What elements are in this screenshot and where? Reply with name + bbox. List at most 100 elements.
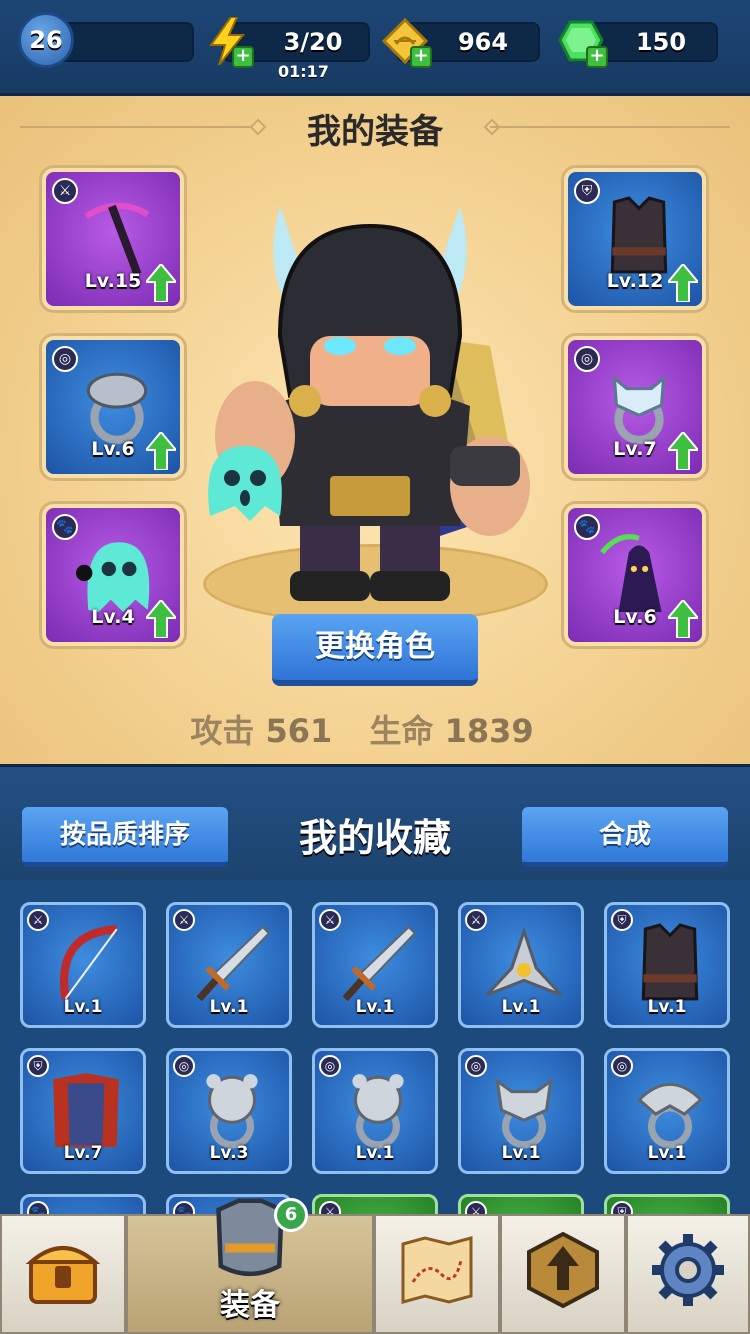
collection-item-partial[interactable]: ⛨	[604, 1194, 730, 1214]
item-level: Lv.3	[209, 1143, 249, 1163]
merge-button[interactable]: 合成	[522, 807, 728, 867]
weapon-type-icon: ⚔	[52, 178, 78, 204]
ring-type-icon: ◎	[52, 346, 78, 372]
nav-upgrade[interactable]	[500, 1214, 626, 1334]
upgrade-arrow-icon	[668, 264, 698, 302]
sword-icon	[342, 925, 417, 1002]
armor-type-icon: ⛨	[574, 178, 600, 204]
energy-value: 3/20	[283, 28, 343, 56]
item-level: Lv.1	[647, 1143, 687, 1163]
collection-item-vest[interactable]: ⛨ Lv.1	[604, 902, 730, 1028]
equipment-title: 我的装备	[307, 112, 443, 152]
equip-slot-pet-2[interactable]: 🐾 Lv.6	[564, 504, 706, 646]
attack-value: 561	[265, 712, 333, 750]
vest-icon	[641, 923, 699, 1001]
equip-slot-weapon[interactable]: ⚔ Lv.15	[42, 168, 184, 310]
gem-value: 150	[635, 28, 687, 56]
upgrade-arrow-icon	[146, 600, 176, 638]
ring-type-icon: ◎	[319, 1055, 341, 1077]
plus-icon: +	[586, 46, 608, 68]
equip-slot-ring-2[interactable]: ◎ Lv.7	[564, 336, 706, 478]
ring-type-icon: ◎	[611, 1055, 633, 1077]
title-divider-right	[490, 126, 730, 128]
nav-equipment[interactable]: 6 装备	[126, 1198, 374, 1334]
pet-type-icon: 🐾	[173, 1201, 195, 1214]
ring-type-icon: ◎	[173, 1055, 195, 1077]
equipment-notification-badge: 6	[274, 1198, 308, 1232]
hero-stats: 攻击 561 生命 1839	[0, 706, 750, 752]
collection-header: 按品质排序 我的收藏 合成	[0, 764, 750, 880]
shuriken-icon	[485, 926, 563, 997]
collection-item-wolf-ring[interactable]: ◎ Lv.1	[458, 1048, 584, 1174]
bow-icon	[60, 925, 118, 1000]
gem-add-button[interactable]: +	[558, 16, 608, 68]
bear-ring-icon	[352, 1074, 404, 1149]
hero-character[interactable]	[160, 186, 580, 606]
gold-value: 964	[457, 28, 509, 56]
top-resource-bar: 26 3/20 + 01:17 964 + 150 +	[0, 0, 750, 96]
ring-type-icon: ◎	[465, 1055, 487, 1077]
upgrade-arrow-icon	[146, 432, 176, 470]
collection-item-bear-ring[interactable]: ◎ Lv.3	[166, 1048, 292, 1174]
collection-item-sword[interactable]: ⚔ Lv.1	[166, 902, 292, 1028]
energy-timer: 01:17	[278, 62, 329, 81]
player-level-bar	[58, 22, 194, 62]
item-level: Lv.1	[647, 997, 687, 1017]
robe-icon	[53, 1073, 119, 1147]
energy-add-button[interactable]: +	[204, 16, 254, 68]
weapon-type-icon: ⚔	[319, 1201, 341, 1214]
collection-item-sword-2[interactable]: ⚔ Lv.1	[312, 902, 438, 1028]
wolf-ring-icon	[495, 1077, 553, 1149]
collection-item-bow[interactable]: ⚔ Lv.1	[20, 902, 146, 1028]
bottom-navigation: 6 装备	[0, 1198, 750, 1334]
nav-equipment-label: 装备	[220, 1288, 280, 1323]
gold-add-button[interactable]: +	[382, 16, 432, 68]
item-level: Lv.1	[501, 1143, 541, 1163]
collection-item-bear-ring-2[interactable]: ◎ Lv.1	[312, 1048, 438, 1174]
item-level: Lv.1	[355, 997, 395, 1017]
collection-item-robe[interactable]: ⛨ Lv.7	[20, 1048, 146, 1174]
falcon-ring-icon	[637, 1083, 703, 1149]
collection-item-partial[interactable]: ⚔	[458, 1194, 584, 1214]
change-hero-button[interactable]: 更换角色	[272, 614, 478, 686]
weapon-type-icon: ⚔	[173, 909, 195, 931]
nav-shop[interactable]	[0, 1214, 126, 1334]
upgrade-hexagon-icon	[527, 1231, 599, 1309]
collection-item-partial[interactable]: ⚔	[312, 1194, 438, 1214]
item-level: Lv.1	[209, 997, 249, 1017]
gear-icon	[652, 1234, 724, 1306]
nav-map[interactable]	[374, 1214, 500, 1334]
item-level: Lv.7	[63, 1143, 103, 1163]
pet-type-icon: 🐾	[52, 514, 78, 540]
bear-ring-icon	[206, 1074, 258, 1149]
nav-settings[interactable]	[626, 1214, 750, 1334]
item-level: Lv.1	[63, 997, 103, 1017]
armor-type-icon: ⛨	[27, 1055, 49, 1077]
treasure-map-icon	[401, 1236, 473, 1304]
pet-type-icon: 🐾	[574, 514, 600, 540]
attack-label: 攻击	[190, 712, 255, 750]
treasure-chest-icon	[25, 1246, 101, 1304]
equip-slot-armor[interactable]: ⛨ Lv.12	[564, 168, 706, 310]
player-level-value: 26	[29, 26, 63, 54]
item-level: Lv.1	[355, 1143, 395, 1163]
pet-type-icon: 🐾	[27, 1201, 49, 1214]
armor-type-icon: ⛨	[611, 909, 633, 931]
plus-icon: +	[410, 46, 432, 68]
collection-item-partial[interactable]: 🐾	[20, 1194, 146, 1214]
ring-type-icon: ◎	[574, 346, 600, 372]
equip-slot-pet[interactable]: 🐾 Lv.4	[42, 504, 184, 646]
weapon-type-icon: ⚔	[27, 909, 49, 931]
collection-item-falcon-ring[interactable]: ◎ Lv.1	[604, 1048, 730, 1174]
armor-type-icon: ⛨	[611, 1201, 633, 1214]
hp-value: 1839	[444, 712, 534, 750]
collection-item-shuriken[interactable]: ⚔ Lv.1	[458, 902, 584, 1028]
item-level: Lv.1	[501, 997, 541, 1017]
sword-icon	[196, 925, 271, 1002]
equip-slot-ring[interactable]: ◎ Lv.6	[42, 336, 184, 478]
weapon-type-icon: ⚔	[465, 1201, 487, 1214]
weapon-type-icon: ⚔	[319, 909, 341, 931]
player-level-badge[interactable]: 26	[18, 12, 74, 68]
upgrade-arrow-icon	[668, 432, 698, 470]
upgrade-arrow-icon	[668, 600, 698, 638]
